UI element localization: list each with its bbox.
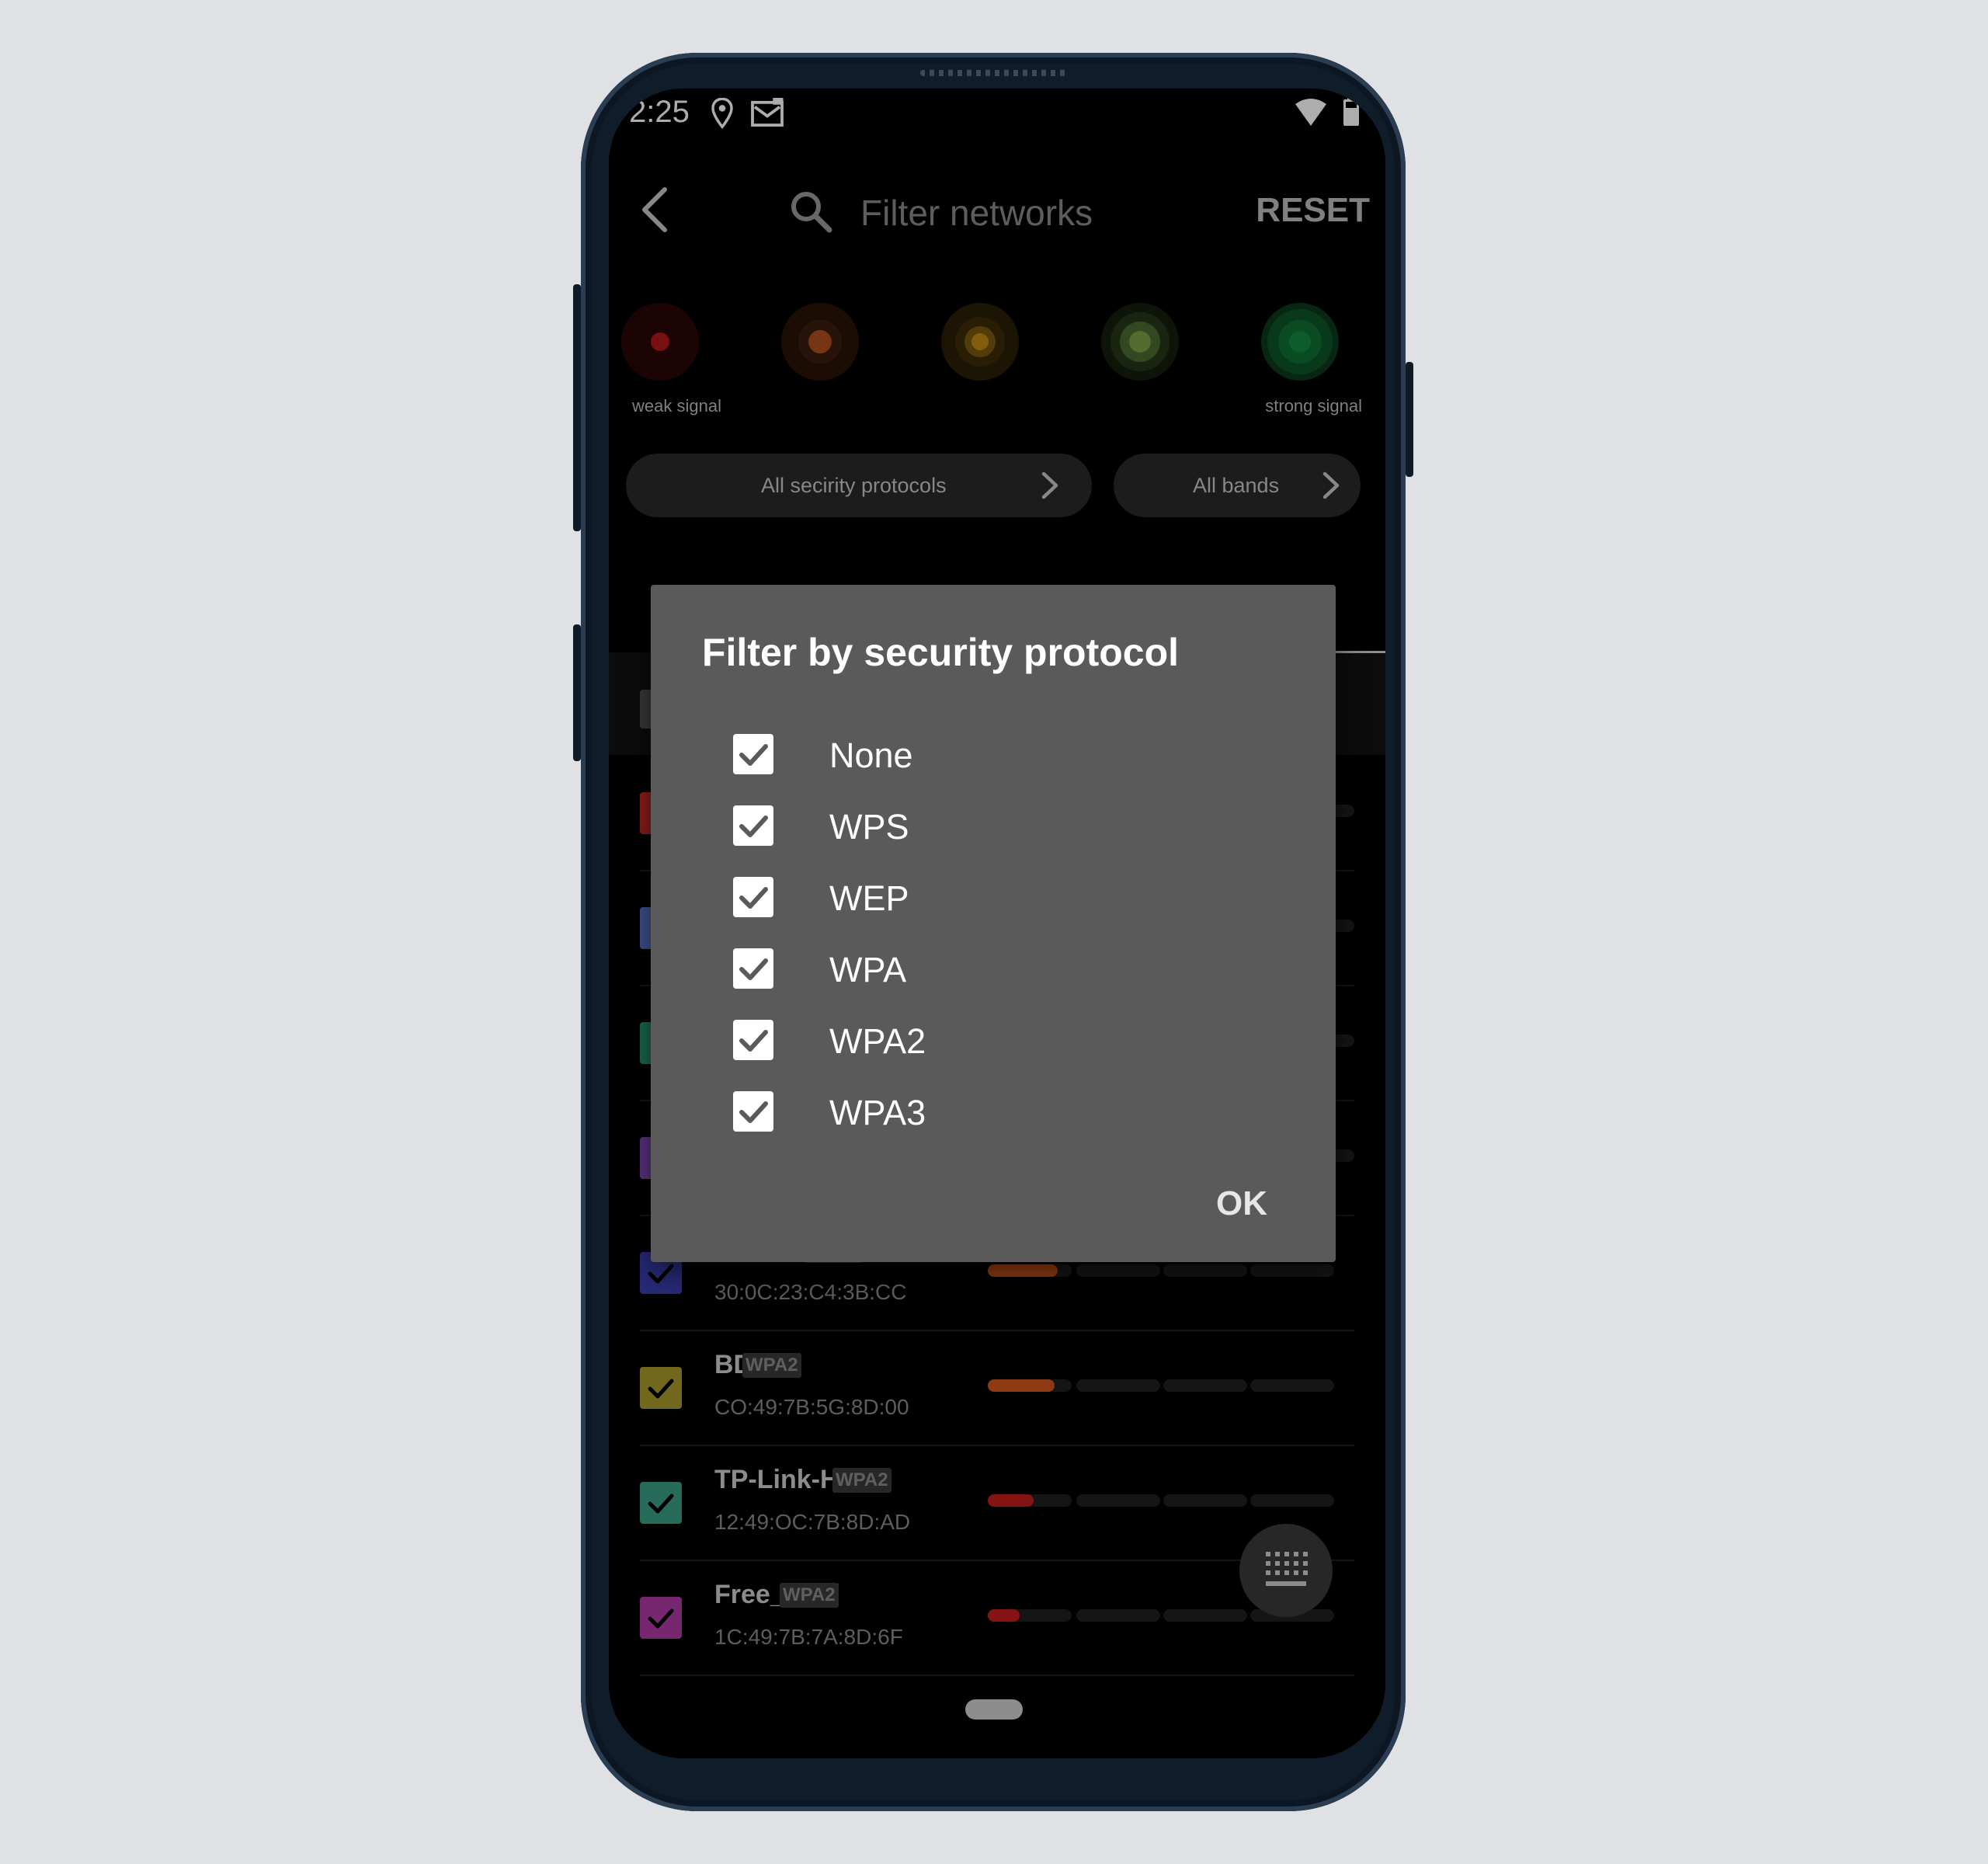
dialog-title: Filter by security protocol bbox=[702, 631, 1180, 674]
protocol-label: WEP bbox=[829, 878, 909, 918]
protocol-option[interactable]: WPA2 bbox=[733, 1012, 1199, 1074]
checkmark-icon bbox=[739, 744, 768, 766]
checkbox[interactable] bbox=[733, 877, 773, 917]
checkbox[interactable] bbox=[733, 1020, 773, 1060]
protocol-label: None bbox=[829, 736, 913, 775]
power-button bbox=[1406, 362, 1413, 477]
volume-button bbox=[573, 284, 581, 531]
checkmark-icon bbox=[739, 887, 768, 909]
protocol-option[interactable]: WPA3 bbox=[733, 1083, 1199, 1146]
protocol-option[interactable]: WPS bbox=[733, 798, 1199, 860]
protocol-label: WPS bbox=[829, 807, 909, 847]
checkbox[interactable] bbox=[733, 948, 773, 989]
checkbox[interactable] bbox=[733, 734, 773, 774]
protocol-option[interactable]: WEP bbox=[733, 869, 1199, 931]
security-filter-dialog: Filter by security protocol None WPS WEP WP… bbox=[651, 585, 1336, 1262]
protocol-label: WPA2 bbox=[829, 1021, 926, 1061]
earpiece-speaker bbox=[920, 70, 1068, 76]
protocol-label: WPA3 bbox=[829, 1093, 926, 1132]
side-button-left bbox=[573, 624, 581, 761]
checkmark-icon bbox=[739, 816, 768, 837]
checkmark-icon bbox=[739, 1030, 768, 1052]
checkmark-icon bbox=[739, 958, 768, 980]
protocol-label: WPA bbox=[829, 950, 907, 989]
protocol-option[interactable]: None bbox=[733, 726, 1199, 788]
checkbox[interactable] bbox=[733, 805, 773, 846]
checkmark-icon bbox=[739, 1101, 768, 1123]
protocol-option[interactable]: WPA bbox=[733, 941, 1199, 1003]
ok-button[interactable]: OK bbox=[1216, 1184, 1267, 1223]
checkbox[interactable] bbox=[733, 1091, 773, 1132]
